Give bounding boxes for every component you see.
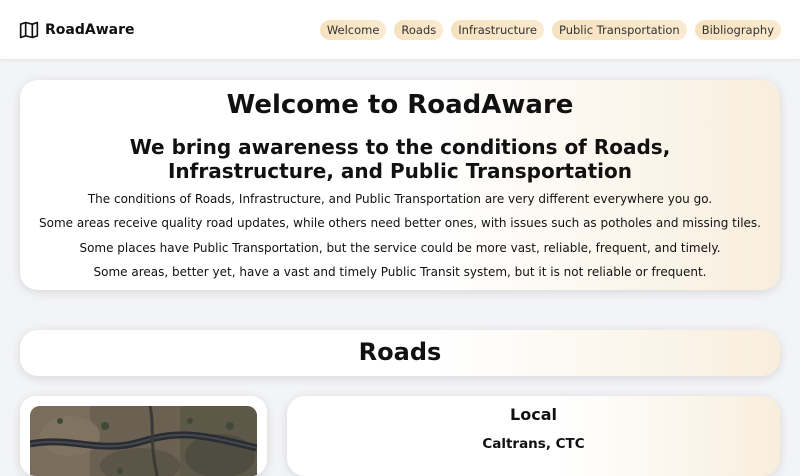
map-icon bbox=[19, 21, 39, 39]
nav-link-public-transportation[interactable]: Public Transportation bbox=[551, 20, 687, 40]
local-heading: Local bbox=[510, 405, 557, 424]
local-roads-card: Local Caltrans, CTC bbox=[287, 396, 780, 476]
hero-paragraph: Some areas, better yet, have a vast and … bbox=[93, 264, 707, 279]
top-navbar: RoadAware Welcome Roads Infrastructure P… bbox=[0, 0, 800, 60]
road-image-card bbox=[20, 396, 267, 476]
brand-logo-link[interactable]: RoadAware bbox=[19, 19, 134, 41]
nav-link-bibliography[interactable]: Bibliography bbox=[694, 20, 781, 40]
roads-section-header: Roads bbox=[20, 330, 780, 376]
roads-heading: Roads bbox=[358, 338, 442, 366]
hero-subtitle: We bring awareness to the conditions of … bbox=[129, 135, 671, 183]
nav-link-roads[interactable]: Roads bbox=[394, 20, 444, 40]
hero-paragraph: The conditions of Roads, Infrastructure,… bbox=[87, 192, 713, 206]
hero-description: The conditions of Roads, Infrastructure,… bbox=[20, 192, 780, 289]
hero-paragraph: Some areas receive quality road updates,… bbox=[38, 216, 761, 231]
hero-paragraph: Some places have Public Transportation, … bbox=[79, 240, 721, 255]
welcome-card: Welcome to RoadAware We bring awareness … bbox=[20, 80, 780, 290]
nav-link-welcome[interactable]: Welcome bbox=[319, 20, 387, 40]
aerial-road-photo bbox=[30, 406, 257, 476]
page-title: Welcome to RoadAware bbox=[226, 90, 574, 120]
nav-link-infrastructure[interactable]: Infrastructure bbox=[451, 20, 544, 40]
main-nav: Welcome Roads Infrastructure Public Tran… bbox=[319, 20, 781, 40]
brand-name: RoadAware bbox=[45, 22, 135, 38]
